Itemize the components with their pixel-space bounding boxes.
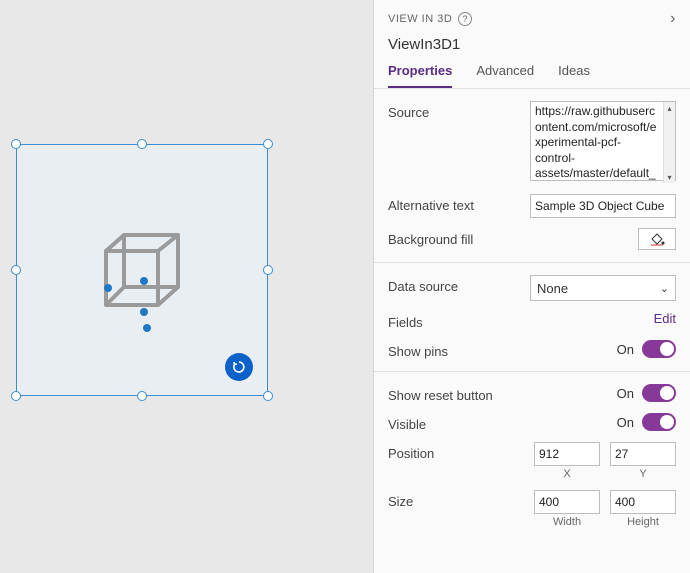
pin-marker[interactable] xyxy=(143,324,151,332)
pin-marker[interactable] xyxy=(140,308,148,316)
cube-3d-render[interactable] xyxy=(100,229,184,311)
show-pins-label: Show pins xyxy=(388,340,530,359)
breadcrumb[interactable]: VIEW IN 3D xyxy=(388,13,452,25)
fields-edit-link[interactable]: Edit xyxy=(654,311,676,326)
position-y-caption: Y xyxy=(610,468,676,480)
tab-properties[interactable]: Properties xyxy=(388,63,452,88)
chevron-right-icon[interactable]: › xyxy=(670,10,676,28)
resize-handle[interactable] xyxy=(11,139,21,149)
alternative-text-input[interactable] xyxy=(530,194,676,218)
source-label: Source xyxy=(388,101,530,120)
resize-handle[interactable] xyxy=(263,391,273,401)
size-height-input[interactable] xyxy=(610,490,676,514)
fields-label: Fields xyxy=(388,311,530,330)
show-pins-state: On xyxy=(617,342,634,357)
show-pins-toggle[interactable] xyxy=(642,340,676,358)
show-reset-toggle[interactable] xyxy=(642,384,676,402)
size-width-input[interactable] xyxy=(534,490,600,514)
pin-marker[interactable] xyxy=(140,277,148,285)
paint-bucket-icon xyxy=(649,232,665,246)
resize-handle[interactable] xyxy=(137,139,147,149)
position-x-input[interactable] xyxy=(534,442,600,466)
component-name: ViewIn3D1 xyxy=(388,36,676,53)
background-fill-picker[interactable] xyxy=(638,228,676,250)
canvas-area[interactable] xyxy=(0,0,373,573)
data-source-label: Data source xyxy=(388,275,530,294)
reset-icon xyxy=(232,360,246,374)
resize-handle[interactable] xyxy=(263,139,273,149)
data-source-select[interactable]: None ⌄ xyxy=(530,275,676,301)
show-reset-state: On xyxy=(617,386,634,401)
resize-handle[interactable] xyxy=(263,265,273,275)
resize-handle[interactable] xyxy=(11,265,21,275)
tab-ideas[interactable]: Ideas xyxy=(558,63,590,88)
properties-panel: VIEW IN 3D ? › ViewIn3D1 Properties Adva… xyxy=(373,0,690,573)
position-x-caption: X xyxy=(534,468,600,480)
size-width-caption: Width xyxy=(534,516,600,528)
tab-advanced[interactable]: Advanced xyxy=(476,63,534,88)
visible-state: On xyxy=(617,415,634,430)
data-source-value: None xyxy=(537,281,568,296)
reset-view-button[interactable] xyxy=(225,353,253,381)
alternative-text-label: Alternative text xyxy=(388,194,530,213)
source-input[interactable] xyxy=(530,101,676,181)
resize-handle[interactable] xyxy=(11,391,21,401)
size-label: Size xyxy=(388,490,530,509)
view-in-3d-component[interactable] xyxy=(16,144,268,396)
scrollbar[interactable]: ▴▾ xyxy=(663,102,675,183)
visible-toggle[interactable] xyxy=(642,413,676,431)
position-label: Position xyxy=(388,442,530,461)
chevron-down-icon: ⌄ xyxy=(660,282,669,295)
pin-marker[interactable] xyxy=(104,284,112,292)
size-height-caption: Height xyxy=(610,516,676,528)
background-fill-label: Background fill xyxy=(388,228,530,247)
position-y-input[interactable] xyxy=(610,442,676,466)
resize-handle[interactable] xyxy=(137,391,147,401)
tab-bar: Properties Advanced Ideas xyxy=(388,63,676,88)
selection-box xyxy=(16,144,268,396)
visible-label: Visible xyxy=(388,413,530,432)
help-icon[interactable]: ? xyxy=(458,12,472,26)
show-reset-label: Show reset button xyxy=(388,384,530,403)
